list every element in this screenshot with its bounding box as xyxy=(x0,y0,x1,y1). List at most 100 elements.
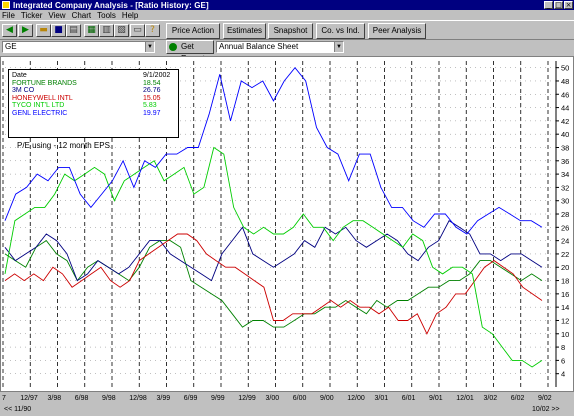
chart-title: P/E using - 12 month EPS xyxy=(17,141,110,150)
x-tick-label: 9/98 xyxy=(102,395,116,402)
open-folder-icon[interactable]: ▬ xyxy=(36,24,51,37)
x-tick-label: 6/98 xyxy=(74,395,89,402)
toolbar: ◀ ▶ ▬ ■ ▤ ▦ ▥ ▧ ▭ ? Price Action Estimat… xyxy=(0,20,574,40)
y-tick-label: 40 xyxy=(561,130,569,139)
minimize-button[interactable]: _ xyxy=(544,1,553,9)
x-tick-label: 6/02 xyxy=(510,395,525,402)
x-tick-label: 6/00 xyxy=(292,395,307,402)
y-tick-label: 10 xyxy=(561,330,569,339)
y-tick-label: 32 xyxy=(561,183,569,192)
snapshot-button[interactable]: Snapshot xyxy=(268,23,313,39)
x-tick-label: 12/97 xyxy=(20,395,38,402)
legend-date-label: Date xyxy=(12,72,27,79)
report-type-value: Annual Balance Sheet xyxy=(219,42,299,51)
x-tick-label: 9/01 xyxy=(429,395,443,402)
y-tick-label: 34 xyxy=(561,170,569,179)
chevron-down-icon[interactable]: ▼ xyxy=(145,42,154,52)
menu-ticker[interactable]: Ticker xyxy=(19,11,46,20)
maximize-button[interactable]: □ xyxy=(554,1,563,9)
y-tick-label: 18 xyxy=(561,277,569,286)
x-tick-label: 6/99 xyxy=(183,395,198,402)
y-tick-label: 44 xyxy=(561,104,569,113)
legend-item: GENL ELECTRIC 19.97 xyxy=(12,110,175,118)
menu-file[interactable]: File xyxy=(0,11,19,20)
save-icon[interactable]: ■ xyxy=(51,24,66,37)
ticker-select[interactable]: GE ▼ xyxy=(2,41,155,53)
series-line xyxy=(4,220,543,282)
x-tick-label: 12/99 xyxy=(238,395,256,402)
legend-header: Date 9/1/2002 xyxy=(12,72,175,80)
x-tick-label: 6/01 xyxy=(401,395,416,402)
co-vs-ind-button[interactable]: Co. vs Ind. xyxy=(316,23,365,39)
help-icon[interactable]: ? xyxy=(145,24,160,37)
window-title: Integrated Company Analysis - [Ratio His… xyxy=(13,0,209,10)
series-line xyxy=(4,233,543,335)
legend-series-name: HONEYWELL INTL xyxy=(12,94,73,102)
legend-series-name: TYCO INT'L LTD xyxy=(12,102,65,109)
menu-tools[interactable]: Tools xyxy=(95,11,120,20)
window-controls: _ □ × xyxy=(544,1,573,9)
y-tick-label: 26 xyxy=(561,223,569,232)
series-line xyxy=(4,146,543,368)
legend-series-value: 5.83 xyxy=(143,102,157,109)
y-tick-label: 6 xyxy=(561,356,565,365)
legend-date-value: 9/1/2002 xyxy=(143,72,171,79)
close-button[interactable]: × xyxy=(564,1,573,9)
y-tick-label: 22 xyxy=(561,250,569,259)
table-icon[interactable]: ▥ xyxy=(99,24,114,37)
print-icon[interactable]: ▤ xyxy=(66,24,81,37)
x-tick-label: 12/00 xyxy=(347,395,365,402)
selector-row: GE ▼ Get Report Annual Balance Sheet ▼ xyxy=(0,40,574,63)
x-tick-label: 9/99 xyxy=(211,395,225,402)
report-icon xyxy=(169,43,177,51)
peer-analysis-button[interactable]: Peer Analysis xyxy=(368,23,426,39)
menu-chart[interactable]: Chart xyxy=(70,11,96,20)
legend-series-name: 3M CO xyxy=(12,87,35,94)
get-report-button[interactable]: Get Report xyxy=(166,40,214,63)
y-tick-label: 12 xyxy=(561,316,569,325)
time-navigation-bar: << 11/90 10/02 >> 7 12/97 3/98 6/98 9/98 12/9… xyxy=(0,393,574,416)
x-tick-label: 12/98 xyxy=(129,395,147,402)
y-tick-label: 50 xyxy=(561,64,569,73)
grid-icon[interactable]: ▦ xyxy=(84,24,99,37)
x-tick-label: 3/00 xyxy=(265,395,280,402)
estimates-button[interactable]: Estimates xyxy=(223,23,266,39)
title-bar: Integrated Company Analysis - [Ratio His… xyxy=(0,0,574,10)
legend-item: FORTUNE BRANDS 18.54 xyxy=(12,80,175,88)
x-tick-label: 3/01 xyxy=(374,395,389,402)
y-tick-label: 48 xyxy=(561,77,569,86)
y-tick-label: 24 xyxy=(561,237,569,246)
legend-series-value: 18.54 xyxy=(143,79,161,87)
legend-series-name: GENL ELECTRIC xyxy=(12,109,68,117)
menu-bar: File Ticker View Chart Tools Help xyxy=(0,10,574,20)
legend-series-name: FORTUNE BRANDS xyxy=(12,79,77,87)
x-tick-label: 3/02 xyxy=(483,395,498,402)
scroll-right-link[interactable]: 10/02 >> xyxy=(532,406,560,413)
chart-icon[interactable]: ▧ xyxy=(114,24,129,37)
y-tick-label: 16 xyxy=(561,290,569,299)
y-tick-label: 8 xyxy=(561,343,565,352)
x-tick-label: 9/00 xyxy=(320,395,334,402)
price-action-button[interactable]: Price Action xyxy=(166,23,220,39)
y-tick-label: 20 xyxy=(561,263,569,272)
back-icon[interactable]: ◀ xyxy=(2,24,17,37)
forward-icon[interactable]: ▶ xyxy=(18,24,33,37)
y-tick-label: 36 xyxy=(561,157,569,166)
legend-series-value: 19.97 xyxy=(143,109,161,117)
menu-view[interactable]: View xyxy=(46,11,69,20)
report-type-select[interactable]: Annual Balance Sheet ▼ xyxy=(216,41,344,53)
menu-help[interactable]: Help xyxy=(120,11,142,20)
legend-series-value: 15.05 xyxy=(143,94,161,102)
ticker-value: GE xyxy=(5,42,17,51)
y-tick-label: 38 xyxy=(561,143,569,152)
x-tick-label: 9/02 xyxy=(538,395,552,402)
scroll-left-link[interactable]: << 11/90 xyxy=(4,406,31,413)
series-line xyxy=(4,239,543,328)
y-tick-label: 28 xyxy=(561,210,569,219)
monitor-icon[interactable]: ▭ xyxy=(130,24,145,37)
x-tick-label: 3/98 xyxy=(47,395,62,402)
y-tick-label: 30 xyxy=(561,197,569,206)
legend-item: 3M CO 26.76 xyxy=(12,87,175,95)
y-tick-label: 46 xyxy=(561,90,569,99)
chevron-down-icon[interactable]: ▼ xyxy=(334,42,343,52)
